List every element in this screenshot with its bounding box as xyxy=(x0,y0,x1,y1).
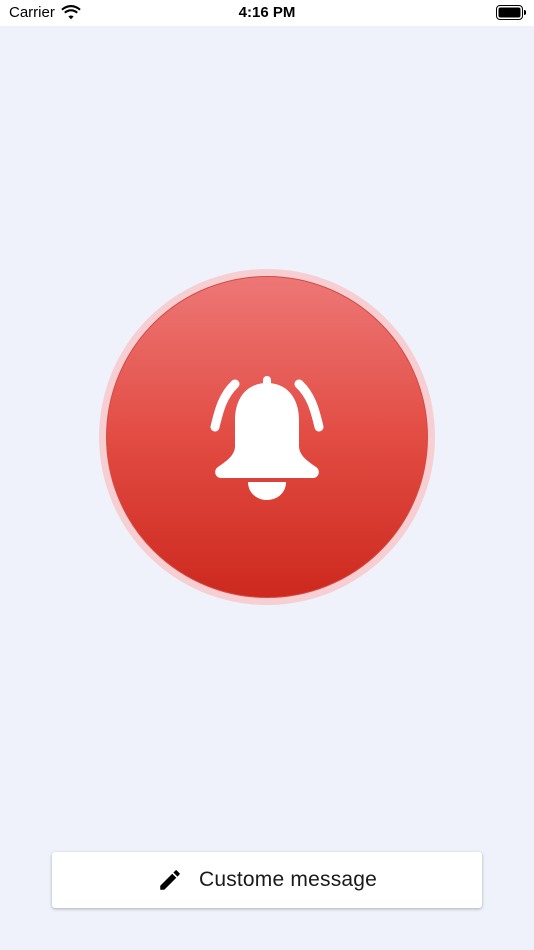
custom-message-label: Custome message xyxy=(198,868,378,891)
status-time: 4:16 PM xyxy=(238,4,296,21)
status-bar: Carrier 4:16 PM xyxy=(0,0,534,26)
custom-message-button[interactable]: Custome message xyxy=(52,852,482,908)
battery-full-icon xyxy=(496,5,526,20)
bell-ringing-icon xyxy=(210,376,324,500)
pencil-icon xyxy=(160,870,180,890)
